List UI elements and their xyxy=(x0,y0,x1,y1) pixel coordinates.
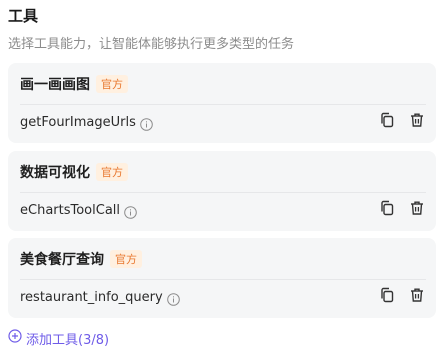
info-icon[interactable] xyxy=(140,116,153,131)
section-subtitle: 选择工具能力，让智能体能够执行更多类型的任务 xyxy=(8,37,295,52)
tool-card: 数据可视化 官方 eChartsToolCall xyxy=(8,151,436,231)
tool-name: 画一画画图 xyxy=(20,77,90,93)
function-name: restaurant_info_query xyxy=(20,289,163,305)
plus-circle-icon xyxy=(8,329,26,347)
tool-card: 画一画画图 官方 getFourImageUrls xyxy=(8,63,436,143)
divider xyxy=(20,192,426,193)
official-badge: 官方 xyxy=(96,75,128,93)
function-name: eChartsToolCall xyxy=(20,202,121,218)
tool-card: 美食餐厅查询 官方 restaurant_info_query xyxy=(8,238,436,318)
official-badge: 官方 xyxy=(110,250,142,268)
divider xyxy=(20,104,426,105)
info-icon[interactable] xyxy=(166,291,180,306)
copy-icon[interactable] xyxy=(378,199,396,217)
info-icon[interactable] xyxy=(124,204,137,219)
copy-icon[interactable] xyxy=(378,111,396,129)
tools-panel: 工具 选择工具能力，让智能体能够执行更多类型的任务 画一画画图 官方 getFo… xyxy=(0,0,445,360)
copy-icon[interactable] xyxy=(378,286,396,304)
official-badge: 官方 xyxy=(96,163,128,181)
add-tool-label: 添加工具(3/8) xyxy=(26,332,110,348)
delete-icon[interactable] xyxy=(408,199,426,217)
tool-name: 美食餐厅查询 xyxy=(20,252,104,268)
section-title: 工具 xyxy=(8,7,39,25)
delete-icon[interactable] xyxy=(408,286,426,304)
delete-icon[interactable] xyxy=(408,111,426,129)
divider xyxy=(20,279,426,280)
function-name: getFourImageUrls xyxy=(20,114,136,130)
add-tool-button[interactable]: 添加工具(3/8) xyxy=(8,328,109,348)
tool-name: 数据可视化 xyxy=(20,165,90,181)
